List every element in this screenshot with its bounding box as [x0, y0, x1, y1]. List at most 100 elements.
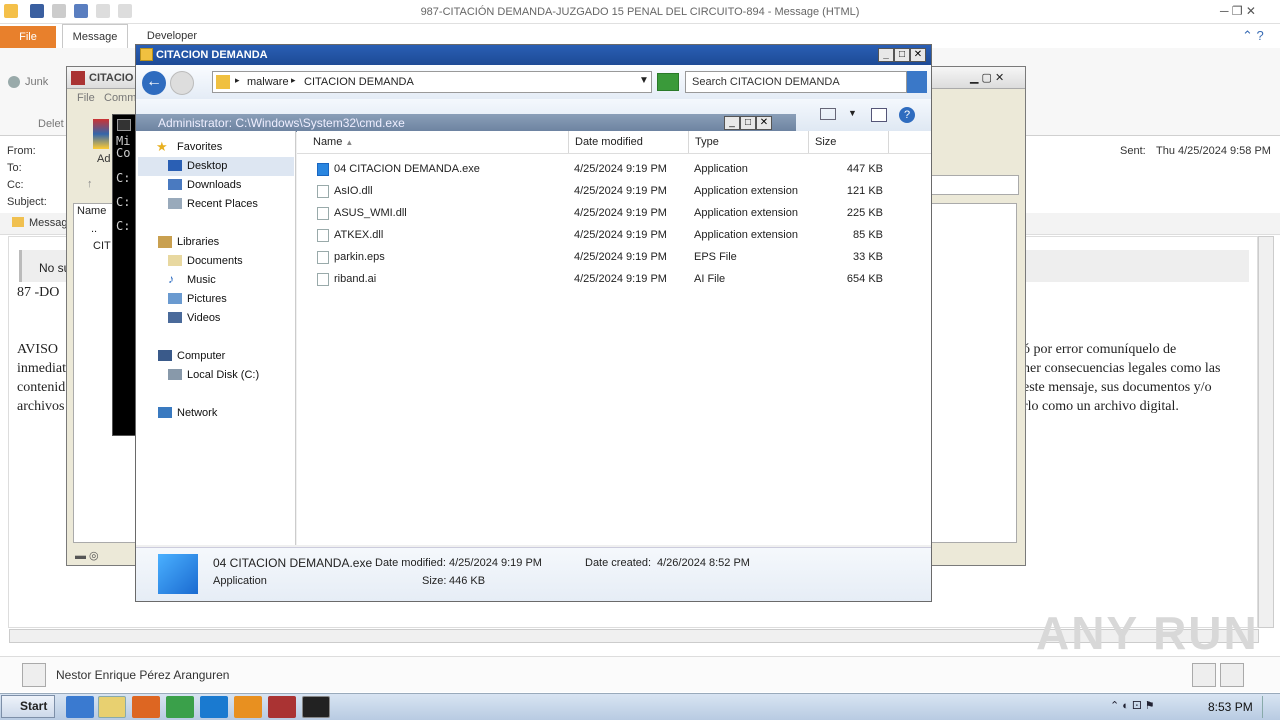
help-icon-explorer[interactable]: ? [899, 107, 915, 123]
cmd-titlebar: Administrator: C:\Windows\System32\cmd.e… [136, 114, 796, 132]
column-date[interactable]: Date modified [569, 131, 689, 153]
exe-icon [317, 163, 329, 176]
column-type[interactable]: Type [689, 131, 809, 153]
show-desktop-button[interactable] [1262, 696, 1278, 718]
cmd-line-3: C: [116, 171, 131, 185]
cmd-maximize-button[interactable]: □ [740, 116, 756, 130]
explorer-taskbar-icon[interactable] [98, 696, 126, 718]
header-divider [297, 153, 931, 154]
nav-pictures[interactable]: Pictures [187, 290, 227, 308]
winrar-taskbar-icon[interactable] [268, 696, 296, 718]
breadcrumb-citacion[interactable]: CITACION DEMANDA [304, 76, 414, 88]
nav-downloads[interactable]: Downloads [187, 176, 241, 194]
winrar-col-name[interactable]: Name [77, 205, 106, 217]
file-type: EPS File [694, 251, 737, 263]
file-type: Application [694, 163, 748, 175]
junk-button[interactable]: Junk [25, 76, 48, 88]
start-button[interactable]: Start [1, 695, 55, 718]
nav-music[interactable]: Music [187, 271, 216, 289]
preview-pane-icon[interactable] [871, 108, 887, 122]
column-name[interactable]: Name ▲ [307, 131, 569, 153]
file-row[interactable]: AsIO.dll 4/25/2024 9:19 PM Application e… [297, 180, 917, 202]
minimize-button[interactable]: _ [878, 48, 894, 62]
winrar-menu-file[interactable]: File [77, 92, 95, 104]
nav-local-disk[interactable]: Local Disk (C:) [187, 366, 259, 384]
search-input[interactable]: Search CITACION DEMANDA [685, 71, 907, 93]
file-date: 4/25/2024 9:19 PM [574, 273, 667, 285]
vertical-scrollbar[interactable] [1258, 236, 1274, 628]
file-row[interactable]: ATKEX.dll 4/25/2024 9:19 PM Application … [297, 224, 917, 246]
sender-name[interactable]: Nestor Enrique Pérez Aranguren [56, 668, 229, 682]
close-button[interactable]: ✕ [910, 48, 926, 62]
chevron-right-icon-2[interactable]: ▸ [291, 75, 296, 86]
nav-favorites[interactable]: Favorites [177, 138, 222, 156]
details-file-name: 04 CITACION DEMANDA.exe [213, 556, 373, 570]
outlook-taskbar-icon[interactable] [234, 696, 262, 718]
refresh-icon[interactable] [657, 73, 679, 91]
cmd-close-button[interactable]: ✕ [756, 116, 772, 130]
cmd-minimize-button[interactable]: _ [724, 116, 740, 130]
add-button-label[interactable]: Ad [97, 153, 110, 165]
winrar-row-folder[interactable]: CIT [93, 240, 111, 252]
ie-icon[interactable] [66, 696, 94, 718]
chevron-right-icon[interactable]: ▸ [235, 75, 240, 86]
nav-documents[interactable]: Documents [187, 252, 243, 270]
document-icon [317, 251, 329, 264]
body-right-4: rlo como un archivo digital. [1023, 399, 1179, 414]
winrar-row-up[interactable]: .. [91, 223, 97, 235]
navigation-pane: ★ Favorites Desktop Downloads Recent Pla… [136, 131, 296, 545]
back-icon[interactable]: ← [142, 71, 166, 95]
tab-file[interactable]: File [0, 26, 56, 48]
forward-icon[interactable] [170, 71, 194, 95]
avatar [22, 663, 46, 687]
column-name-label: Name [313, 136, 343, 148]
nav-network[interactable]: Network [177, 404, 217, 422]
cmd-title: Administrator: C:\Windows\System32\cmd.e… [158, 116, 405, 130]
window-controls[interactable]: ─ ❐ ✕ [1220, 4, 1274, 18]
chrome-icon[interactable] [166, 696, 194, 718]
contact-avatar-1[interactable] [1192, 663, 1216, 687]
file-row[interactable]: ASUS_WMI.dll 4/25/2024 9:19 PM Applicati… [297, 202, 917, 224]
address-dropdown-icon[interactable]: ▼ [639, 75, 649, 86]
file-type: Application extension [694, 229, 798, 241]
details-created-label: Date created: [585, 557, 652, 569]
help-icon[interactable]: ⌃ ? [1242, 28, 1272, 44]
clock[interactable]: 8:53 PM [1208, 700, 1253, 714]
winrar-menu-commands[interactable]: Comm [104, 92, 136, 104]
file-row[interactable]: parkin.eps 4/25/2024 9:19 PM EPS File 33… [297, 246, 917, 268]
cmd-line-4: C: [116, 195, 131, 209]
file-name: riband.ai [334, 273, 377, 285]
search-icon[interactable] [907, 71, 927, 93]
views-icon[interactable] [820, 108, 836, 120]
message-view-tab[interactable]: Messag [29, 217, 68, 229]
views-dropdown-icon[interactable]: ▼ [848, 108, 857, 118]
nav-videos[interactable]: Videos [187, 309, 220, 327]
nav-recent-places[interactable]: Recent Places [187, 195, 258, 213]
music-icon: ♪ [168, 272, 174, 286]
add-archive-icon[interactable] [93, 119, 109, 149]
network-icon [158, 407, 172, 418]
contact-avatar-2[interactable] [1220, 663, 1244, 687]
column-size[interactable]: Size [809, 131, 889, 153]
nav-computer[interactable]: Computer [177, 347, 225, 365]
media-player-icon[interactable] [132, 696, 160, 718]
tray-icons[interactable]: ⌃ ◐ ⚀ ⚑ [1110, 699, 1154, 712]
videos-icon [168, 312, 182, 323]
dll-icon [317, 185, 329, 198]
cmd-taskbar-icon[interactable] [302, 696, 330, 718]
edge-icon[interactable] [200, 696, 228, 718]
address-box[interactable]: ▸ malware ▸ CITACION DEMANDA ▼ [212, 71, 652, 93]
breadcrumb-malware[interactable]: malware [247, 76, 289, 88]
nav-desktop[interactable]: Desktop [187, 157, 227, 175]
subject-label: Subject: [7, 196, 47, 208]
file-row[interactable]: riband.ai 4/25/2024 9:19 PM AI File 654 … [297, 268, 917, 290]
tab-message[interactable]: Message [62, 24, 128, 48]
maximize-button[interactable]: □ [894, 48, 910, 62]
explorer-window: CITACION DEMANDA _ □ ✕ ← ▸ malware ▸ CIT… [135, 44, 932, 602]
path-dropdown[interactable] [931, 175, 1019, 195]
up-arrow-icon[interactable]: ↑ [87, 178, 93, 190]
nav-libraries[interactable]: Libraries [177, 233, 219, 251]
file-row[interactable]: 04 CITACION DEMANDA.exe 4/25/2024 9:19 P… [297, 158, 917, 180]
details-file-kind: Application [213, 575, 267, 587]
winrar-window-controls[interactable]: ▁ ▢ ✕ [970, 71, 1004, 84]
